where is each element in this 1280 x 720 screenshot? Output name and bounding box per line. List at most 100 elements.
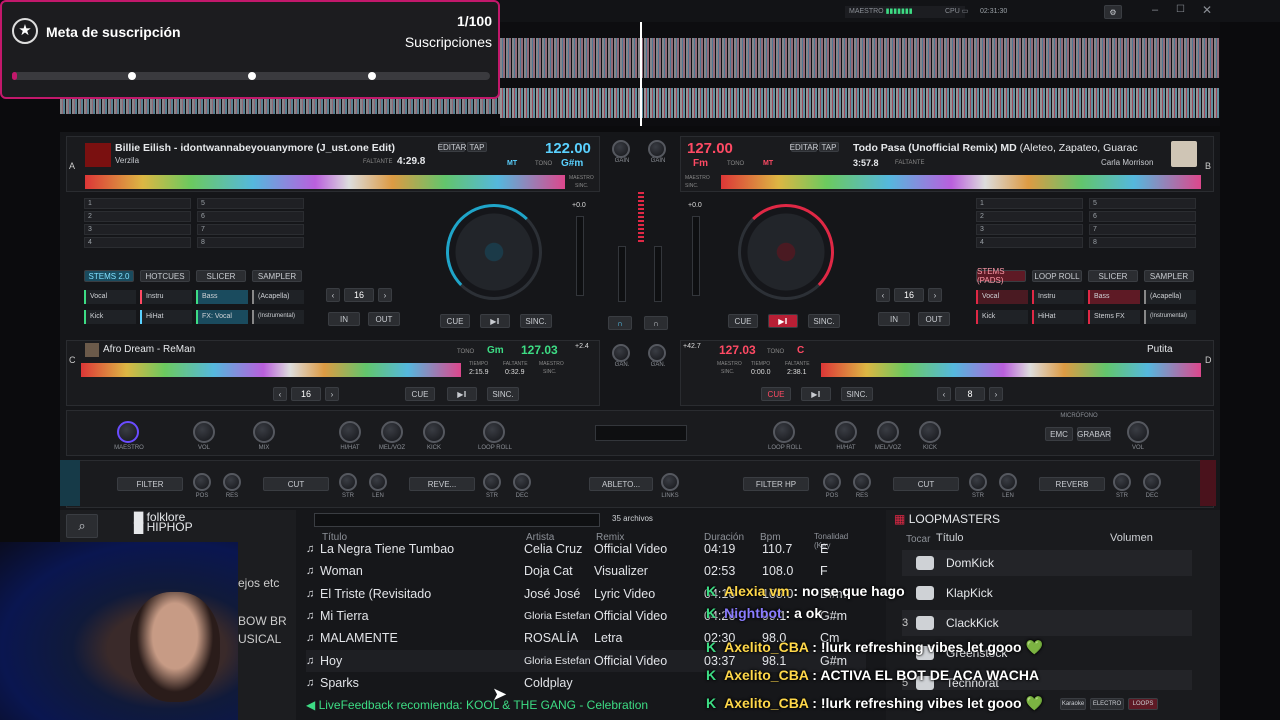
deck-c-waveform[interactable]	[81, 363, 461, 377]
fx-knob[interactable]	[999, 473, 1017, 491]
loop-down-button[interactable]: ‹	[326, 288, 340, 302]
fx-knob[interactable]	[1143, 473, 1161, 491]
channel-fader-b[interactable]	[654, 246, 662, 302]
loop-roll-knob-b[interactable]	[773, 421, 795, 443]
fx-knob[interactable]	[339, 473, 357, 491]
fx-slot-3[interactable]: REVE...	[409, 477, 475, 491]
mic-vol-knob[interactable]	[1127, 421, 1149, 443]
browser-search-input[interactable]	[314, 513, 600, 527]
hotcue-pad[interactable]: 8	[1089, 237, 1196, 248]
pad-mode-loop-roll[interactable]: LOOP ROLL	[1032, 270, 1082, 282]
minimize-icon[interactable]: –	[1152, 4, 1166, 18]
stem-kick[interactable]: Kick	[976, 310, 1028, 324]
deck-b-out-button[interactable]: OUT	[918, 312, 950, 326]
deck-a-waveform[interactable]	[85, 175, 565, 189]
hotcue-pad[interactable]: 5	[197, 198, 304, 209]
gear-icon[interactable]: ⚙	[1104, 5, 1122, 19]
deck-c-sync-button[interactable]: SINC.	[487, 387, 519, 401]
stem-hihat[interactable]: HiHat	[140, 310, 192, 324]
hotcue-pad[interactable]: 1	[976, 198, 1083, 209]
hotcue-pad[interactable]: 5	[1089, 198, 1196, 209]
deck-d-play-button[interactable]: ▶‖	[801, 387, 831, 401]
stem-fx[interactable]: Stems FX	[1088, 310, 1140, 324]
pad-mode-stems[interactable]: STEMS 2.0	[84, 270, 134, 282]
pad-mode-sampler[interactable]: SAMPLER	[252, 270, 302, 282]
deck-c-play-button[interactable]: ▶‖	[447, 387, 477, 401]
deck-a-play-button[interactable]: ▶‖	[480, 314, 510, 328]
eq-hi-knob-a[interactable]	[339, 421, 361, 443]
stem-instrumental[interactable]: (Instrumental)	[252, 310, 304, 324]
master-knob[interactable]	[117, 421, 139, 443]
stem-acapella[interactable]: (Acapella)	[252, 290, 304, 304]
deck-a-edit-button[interactable]: EDITAR	[438, 142, 466, 152]
crossfader[interactable]	[595, 425, 687, 441]
stem-hihat[interactable]: HiHat	[1032, 310, 1084, 324]
headphone-cue-a-icon[interactable]: ∩	[608, 316, 632, 330]
hotcue-pad[interactable]: 4	[976, 237, 1083, 248]
pad-mode-stems[interactable]: STEMS (PADS)	[976, 267, 1026, 285]
gain-knob-b[interactable]	[648, 140, 666, 158]
hotcue-pad[interactable]: 3	[84, 224, 191, 235]
deck-b-waveform[interactable]	[721, 175, 1201, 189]
hotcue-pad[interactable]: 3	[976, 224, 1083, 235]
hotcue-pad[interactable]: 2	[84, 211, 191, 222]
deck-b-tap-button[interactable]: TAP	[819, 142, 839, 152]
deck-a-tap-button[interactable]: TAP	[467, 142, 487, 152]
loop-up-button[interactable]: ›	[989, 387, 1003, 401]
hotcue-pad[interactable]: 4	[84, 237, 191, 248]
sampler-tab[interactable]: ELECTRO	[1090, 698, 1124, 710]
stem-bass[interactable]: Bass	[1088, 290, 1140, 304]
mix-knob[interactable]	[253, 421, 275, 443]
loop-down-button[interactable]: ‹	[937, 387, 951, 401]
pad-mode-slicer[interactable]: SLICER	[196, 270, 246, 282]
loop-size[interactable]: 16	[894, 288, 924, 302]
channel-fader-a[interactable]	[618, 246, 626, 302]
hotcue-pad[interactable]: 7	[197, 224, 304, 235]
fx-center-slot[interactable]: ABLETO...	[589, 477, 653, 491]
folder-item[interactable]: ▇ HIPHOP	[134, 520, 193, 534]
loop-roll-knob-a[interactable]	[483, 421, 505, 443]
deck-a-pitch-fader[interactable]	[576, 216, 584, 296]
loop-size[interactable]: 8	[955, 387, 985, 401]
deck-b-jogwheel[interactable]	[738, 204, 834, 300]
fx-links-knob[interactable]	[661, 473, 679, 491]
deck-a-out-button[interactable]: OUT	[368, 312, 400, 326]
hotcue-pad[interactable]: 6	[1089, 211, 1196, 222]
eq-mid-knob-a[interactable]	[381, 421, 403, 443]
deck-b-in-button[interactable]: IN	[878, 312, 910, 326]
stem-fx-vocal[interactable]: FX: Vocal	[196, 310, 248, 324]
fx-slot-1[interactable]: FILTER	[117, 477, 183, 491]
fx-knob[interactable]	[853, 473, 871, 491]
stem-kick[interactable]: Kick	[84, 310, 136, 324]
loop-size[interactable]: 16	[291, 387, 321, 401]
list-item[interactable]: DomKick	[902, 550, 1192, 576]
fx-slot-6[interactable]: REVERB	[1039, 477, 1105, 491]
record-button[interactable]: GRABAR	[1077, 427, 1111, 441]
gain-knob-a[interactable]	[612, 140, 630, 158]
fx-knob[interactable]	[969, 473, 987, 491]
deck-d-cue-button[interactable]: CUE	[761, 387, 791, 401]
deck-b-cue-button[interactable]: CUE	[728, 314, 758, 328]
fx-knob[interactable]	[1113, 473, 1131, 491]
stem-instru[interactable]: Instru	[140, 290, 192, 304]
stem-vocal[interactable]: Vocal	[84, 290, 136, 304]
hotcue-pad[interactable]: 2	[976, 211, 1083, 222]
pad-mode-sampler[interactable]: SAMPLER	[1144, 270, 1194, 282]
pad-mode-hotcues[interactable]: HOTCUES	[140, 270, 190, 282]
fx-slot-4[interactable]: FILTER HP	[743, 477, 809, 491]
deck-b-sync-button[interactable]: SINC.	[808, 314, 840, 328]
deck-d-waveform[interactable]	[821, 363, 1201, 377]
deck-a-sync-button[interactable]: SINC.	[520, 314, 552, 328]
deck-a-cue-button[interactable]: CUE	[440, 314, 470, 328]
fx-knob[interactable]	[223, 473, 241, 491]
deck-b-play-button[interactable]: ▶‖	[768, 314, 798, 328]
emc-button[interactable]: EMC	[1045, 427, 1073, 441]
stem-instru[interactable]: Instru	[1032, 290, 1084, 304]
stem-bass[interactable]: Bass	[196, 290, 248, 304]
fx-slot-5[interactable]: CUT	[893, 477, 959, 491]
deck-a-jogwheel[interactable]	[446, 204, 542, 300]
loop-size[interactable]: 16	[344, 288, 374, 302]
deck-b-edit-button[interactable]: EDITAR	[790, 142, 818, 152]
close-icon[interactable]: ✕	[1202, 3, 1216, 17]
stem-acapella[interactable]: (Acapella)	[1144, 290, 1196, 304]
